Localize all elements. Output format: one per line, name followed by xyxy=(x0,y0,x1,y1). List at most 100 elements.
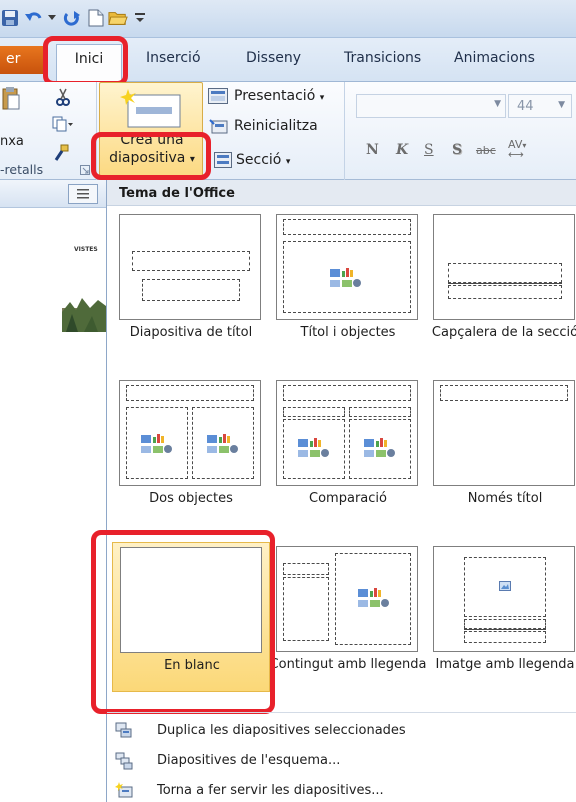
right-heading-placeholder xyxy=(349,407,411,417)
tab-design[interactable]: Disseny xyxy=(246,50,301,66)
tab-file[interactable]: er xyxy=(0,46,44,74)
cut-icon[interactable] xyxy=(56,88,70,110)
section-divider xyxy=(448,283,562,284)
layout-button[interactable]: Presentació ▾ xyxy=(234,88,324,104)
bold-button[interactable]: N xyxy=(366,142,379,158)
layout-label: Contingut amb llegenda xyxy=(269,657,427,672)
layout-label: Comparació xyxy=(309,491,387,506)
section-icon xyxy=(214,152,232,172)
menu-item-reuse-slides[interactable]: Torna a fer servir les diapositives... xyxy=(107,776,576,802)
copy-icon[interactable] xyxy=(52,116,74,136)
font-size-input[interactable]: 44 ▼ xyxy=(508,94,572,118)
undo-icon[interactable] xyxy=(24,8,44,28)
title-placeholder xyxy=(283,219,411,235)
dropdown-arrow-icon: ▾ xyxy=(319,93,325,103)
layout-thumbnail xyxy=(433,546,575,652)
outline-slides-icon xyxy=(115,752,133,770)
slides-pane-header xyxy=(0,180,106,208)
slides-pane: VISTES xyxy=(0,180,106,802)
menu-item-duplicate-slides[interactable]: Duplica les diapositives seleccionades xyxy=(107,716,576,746)
layout-title-only[interactable]: Només títol xyxy=(426,376,576,526)
picture-icon xyxy=(499,581,511,591)
tab-insert[interactable]: Inserció xyxy=(146,50,201,66)
layout-picture-caption[interactable]: Imatge amb llegenda xyxy=(426,542,576,692)
outline-view-icon[interactable] xyxy=(68,184,98,204)
ribbon: nxa -retalls Crea una diapositiva ▾ Pres… xyxy=(0,82,576,180)
layout-icon xyxy=(208,88,228,108)
layout-title-content[interactable]: Títol i objectes xyxy=(269,210,427,360)
layout-thumbnail xyxy=(276,214,418,320)
layout-content-caption[interactable]: Contingut amb llegenda xyxy=(269,542,427,692)
left-heading-placeholder xyxy=(283,407,345,417)
layout-label: Presentació xyxy=(234,88,316,104)
chevron-down-icon[interactable]: ▼ xyxy=(494,99,501,109)
new-slide-icon xyxy=(120,89,184,133)
layout-label: Títol i objectes xyxy=(300,325,396,340)
save-icon[interactable] xyxy=(0,8,20,28)
menu-item-label: Duplica les diapositives seleccionades xyxy=(157,723,406,738)
new-slide-button[interactable]: Crea una diapositiva ▾ xyxy=(99,82,203,178)
tab-transitions[interactable]: Transicions xyxy=(344,50,421,66)
group-separator xyxy=(96,82,97,180)
font-size-value: 44 xyxy=(517,99,534,114)
layout-thumbnail xyxy=(120,547,262,653)
chevron-down-icon[interactable]: ▼ xyxy=(558,100,565,110)
new-document-icon[interactable] xyxy=(86,8,106,28)
layout-label: Imatge amb llegenda xyxy=(435,657,575,672)
layout-comparison[interactable]: Comparació xyxy=(269,376,427,526)
layout-two-content[interactable]: Dos objectes xyxy=(112,376,270,526)
italic-button[interactable]: K xyxy=(396,142,408,158)
customize-toolbar-icon[interactable] xyxy=(134,8,146,28)
layout-thumbnail xyxy=(276,380,418,486)
content-icon xyxy=(207,434,238,453)
tab-home[interactable]: Inici xyxy=(56,44,122,82)
character-spacing-button[interactable]: AV▾ ⟷ xyxy=(508,138,526,160)
duplicate-slides-icon xyxy=(115,722,132,738)
slide-thumb-title: VISTES xyxy=(74,246,98,253)
section-label: Secció xyxy=(236,152,282,168)
underline-button[interactable]: S xyxy=(424,142,434,158)
paste-icon[interactable] xyxy=(2,86,20,112)
new-slide-label: diapositiva ▾ xyxy=(100,149,204,169)
redo-icon[interactable] xyxy=(62,8,82,28)
paste-label[interactable]: nxa xyxy=(0,134,24,149)
layout-blank[interactable]: En blanc xyxy=(112,542,270,692)
menu-separator xyxy=(107,712,576,713)
format-painter-icon[interactable] xyxy=(54,144,70,166)
title-placeholder xyxy=(448,263,562,283)
gallery-header: Tema de l'Office xyxy=(107,180,576,206)
layout-thumbnail xyxy=(276,546,418,652)
font-name-input[interactable]: ▼ xyxy=(356,94,506,118)
content-icon xyxy=(364,438,395,457)
menu-item-outline-slides[interactable]: Diapositives de l'esquema... xyxy=(107,746,576,776)
tab-animations[interactable]: Animacions xyxy=(454,50,535,66)
layout-title-slide[interactable]: Diapositiva de títol xyxy=(112,210,270,360)
layout-section-header[interactable]: Capçalera de la secció xyxy=(426,210,576,360)
dropdown-arrow-icon: ▾ xyxy=(285,157,291,167)
layout-label: Diapositiva de títol xyxy=(129,325,253,340)
content-icon xyxy=(141,434,172,453)
shadow-button[interactable]: S xyxy=(452,142,462,158)
content-icon xyxy=(358,588,389,607)
layout-label: Dos objectes xyxy=(149,491,233,506)
caption-placeholder xyxy=(283,577,329,641)
title-bar xyxy=(0,0,576,38)
ribbon-tab-row: er Inici Inserció Disseny Transicions An… xyxy=(0,38,576,82)
layout-label: Només títol xyxy=(467,491,543,506)
title-placeholder xyxy=(283,385,411,401)
section-button[interactable]: Secció ▾ xyxy=(236,152,290,168)
undo-dropdown-icon[interactable] xyxy=(46,8,58,28)
reset-button[interactable]: Reinicialitza xyxy=(234,118,318,134)
menu-item-label: Diapositives de l'esquema... xyxy=(157,753,341,768)
layout-gallery: Tema de l'Office Diapositiva de títol Tí… xyxy=(91,180,576,802)
layout-label: En blanc xyxy=(164,658,220,673)
layout-thumbnail xyxy=(119,214,261,320)
dialog-launcher-icon[interactable] xyxy=(80,164,90,179)
slide-thumbnail[interactable]: VISTES xyxy=(8,232,106,372)
title-placeholder xyxy=(283,563,329,575)
strikethrough-button[interactable]: abc xyxy=(476,144,496,157)
title-placeholder xyxy=(132,251,250,271)
caption-divider xyxy=(464,629,546,630)
title-placeholder xyxy=(126,385,254,401)
open-folder-icon[interactable] xyxy=(108,8,128,28)
